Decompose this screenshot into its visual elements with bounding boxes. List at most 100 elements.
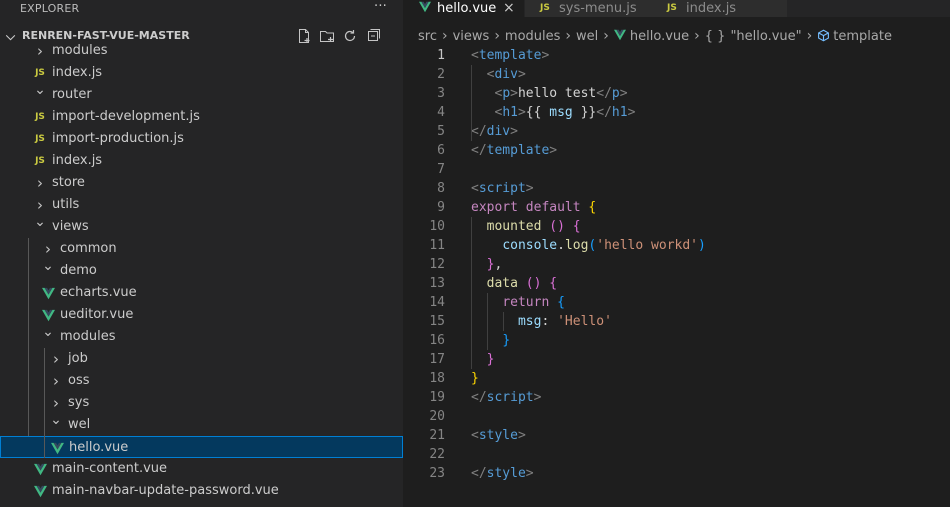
js-file-icon: JS — [35, 112, 45, 122]
code-line[interactable]: 5 </div> — [403, 122, 950, 141]
line-number: 4 — [437, 105, 445, 120]
tree-item-label: views — [52, 219, 89, 234]
tree-item-label: wel — [68, 417, 91, 432]
tree-row[interactable]: JS import-development.js — [0, 106, 403, 128]
line-number: 2 — [437, 67, 445, 82]
line-number: 10 — [429, 219, 445, 234]
chevron-down-icon: ⌄ — [42, 324, 54, 340]
code-line[interactable]: 8 <script> — [403, 179, 950, 198]
line-number: 11 — [429, 238, 445, 253]
code-line[interactable]: 1 <template> — [403, 46, 950, 65]
code-line[interactable]: 23 </style> — [403, 464, 950, 483]
chevron-right-icon: › — [53, 350, 59, 368]
tree-row[interactable]: JS import-production.js — [0, 128, 403, 150]
vue-file-icon — [419, 1, 431, 18]
tab-label: index.js — [686, 1, 737, 16]
tree-row[interactable]: ⌄ router — [0, 82, 403, 106]
breadcrumb-separator-icon: › — [494, 28, 500, 44]
line-number: 8 — [437, 181, 445, 196]
tree-item-label: modules — [52, 43, 108, 58]
code-line[interactable]: 22 — [403, 445, 950, 464]
code-line[interactable]: 17 } — [403, 350, 950, 369]
tree-row[interactable]: ⌄ demo — [0, 258, 403, 282]
tree-item-label: job — [68, 351, 88, 366]
code-line[interactable]: 11 console.log('hello workd') — [403, 236, 950, 255]
tree-row[interactable]: › common — [0, 238, 403, 260]
chevron-down-icon: ⌄ — [42, 258, 54, 274]
code-line[interactable]: 6 </template> — [403, 141, 950, 160]
breadcrumb-item[interactable]: template — [833, 26, 892, 48]
code-text: <template> — [471, 48, 550, 63]
tree-row[interactable]: ⌄ views — [0, 215, 403, 238]
tree-item-label: utils — [52, 197, 80, 212]
code-text: export default { — [471, 200, 597, 215]
code-text: } — [471, 371, 479, 386]
selected-file-row[interactable]: hello.vue — [0, 436, 403, 458]
tree-row[interactable]: echarts.vue — [0, 282, 403, 304]
tab-hello-vue[interactable]: hello.vue × — [403, 0, 524, 17]
tree-row[interactable]: › oss — [0, 370, 403, 392]
chevron-right-icon: › — [37, 42, 43, 60]
code-line[interactable]: 10 mounted () { — [403, 217, 950, 236]
breadcrumb-item[interactable]: modules — [505, 26, 561, 48]
chevron-down-icon: ⌄ — [34, 82, 46, 98]
tree-row[interactable]: › modules — [0, 40, 403, 62]
tree-row[interactable]: main-navbar-update-password.vue — [0, 480, 403, 502]
breadcrumb-item[interactable]: wel — [576, 26, 598, 48]
close-icon[interactable]: × — [503, 0, 515, 17]
tree-item-label: index.js — [52, 153, 103, 168]
code-line[interactable]: 21 <style> — [403, 426, 950, 445]
breadcrumb-item[interactable]: views — [453, 26, 490, 48]
tree-row[interactable]: ⌄ wel — [0, 413, 403, 436]
tree-row[interactable]: › sys — [0, 392, 403, 414]
tree-row[interactable]: JS index.js — [0, 62, 403, 84]
breadcrumb-item[interactable]: src — [418, 26, 437, 48]
code-text: <h1>{{ msg }}</h1> — [494, 105, 636, 120]
tree-row[interactable]: JS index.js — [0, 150, 403, 172]
tree-item-label: index.js — [52, 65, 103, 80]
tree-item-label: sys — [68, 395, 90, 410]
code-line[interactable]: 2 <div> — [403, 65, 950, 84]
tree-row[interactable]: ⌄ modules — [0, 324, 403, 348]
js-file-icon: JS — [540, 3, 550, 13]
tree-row[interactable]: › store — [0, 172, 403, 194]
tree-item-label: import-production.js — [52, 131, 184, 146]
tree-row[interactable]: main-content.vue — [0, 458, 403, 480]
breadcrumb-separator-icon: › — [441, 28, 448, 44]
chevron-right-icon: › — [45, 240, 51, 258]
line-number: 9 — [437, 200, 445, 215]
code-line[interactable]: 9 export default { — [403, 198, 950, 217]
code-line[interactable]: 12 }, — [403, 255, 950, 274]
code-line[interactable]: 20 — [403, 407, 950, 426]
code-line[interactable]: 3 <p>hello test</p> — [403, 84, 950, 103]
code-line[interactable]: 14 return { — [403, 293, 950, 312]
more-actions-icon[interactable]: ··· — [374, 0, 387, 15]
code-text: </template> — [471, 143, 558, 158]
code-line[interactable]: 18} — [403, 369, 950, 388]
line-number: 7 — [437, 162, 445, 177]
code-line[interactable]: 7 — [403, 160, 950, 179]
code-line[interactable]: 4 <h1>{{ msg }}</h1> — [403, 103, 950, 122]
breadcrumb-item[interactable]: "hello.vue" — [730, 26, 801, 48]
tab-sys-menu-js[interactable]: JS sys-menu.js — [525, 0, 652, 17]
tab-index-js[interactable]: JS index.js — [652, 0, 787, 17]
editor-indent-guide — [503, 312, 504, 331]
code-text: </style> — [471, 466, 534, 481]
tree-row[interactable]: › job — [0, 348, 403, 370]
editor-indent-guide — [471, 217, 472, 369]
code-line[interactable]: 15 msg: 'Hello' — [403, 312, 950, 331]
chevron-right-icon: › — [37, 174, 43, 192]
code-line[interactable]: 19 </script> — [403, 388, 950, 407]
tree-row[interactable]: ueditor.vue — [0, 304, 403, 326]
line-number: 15 — [429, 314, 445, 329]
vue-file-icon — [32, 480, 48, 506]
line-number: 19 — [429, 390, 445, 405]
line-number: 5 — [437, 124, 445, 139]
breadcrumb-separator-icon: › — [694, 28, 700, 44]
code-text: data () { — [486, 276, 558, 291]
tree-row[interactable]: › utils — [0, 194, 403, 216]
code-line[interactable]: 13 data () { — [403, 274, 950, 293]
code-line[interactable]: 16 } — [403, 331, 950, 350]
breadcrumb-item[interactable]: hello.vue — [630, 26, 689, 48]
code-text: </div> — [471, 124, 518, 139]
